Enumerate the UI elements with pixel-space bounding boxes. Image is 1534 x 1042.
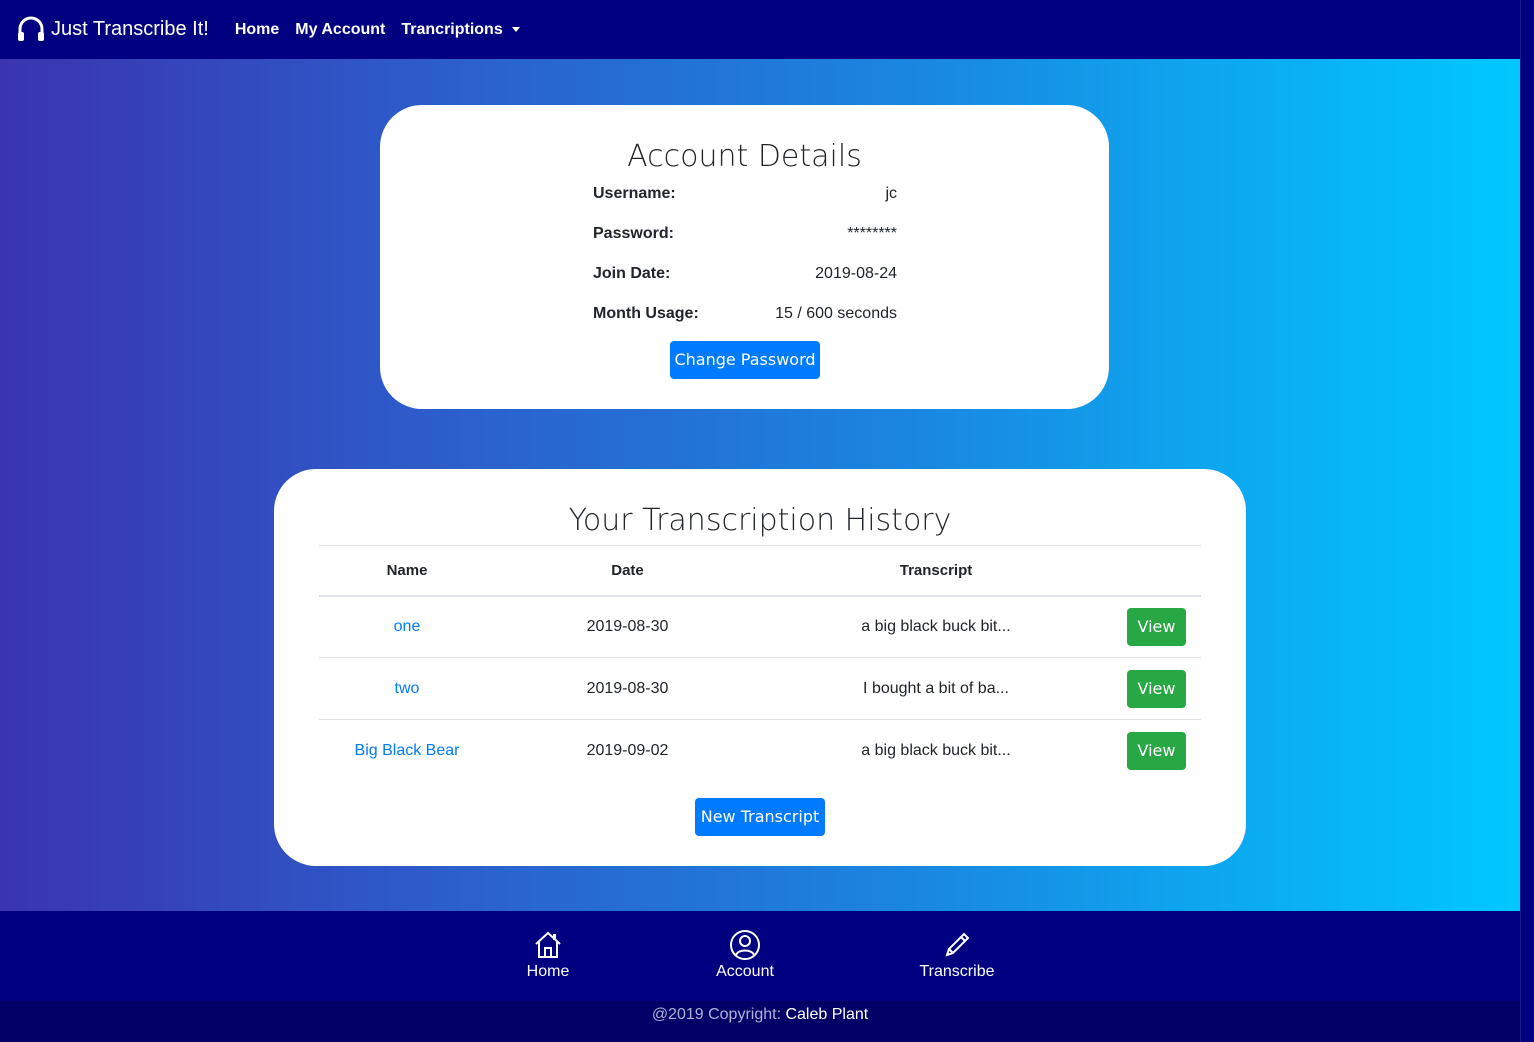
col-header-date: Date — [495, 545, 760, 597]
detail-row-username: Username: jc — [593, 185, 897, 225]
footer-home-link[interactable]: Home — [488, 929, 608, 981]
nav-home[interactable]: Home — [235, 21, 279, 39]
footer-transcribe-label: Transcribe — [919, 963, 995, 980]
footer-transcribe-link[interactable]: Transcribe — [897, 929, 1017, 981]
detail-row-month-usage: Month Usage: 15 / 600 seconds — [593, 305, 897, 345]
copyright-bar: @2019 Copyright: Caleb Plant — [0, 1001, 1520, 1042]
col-header-transcript: Transcript — [760, 545, 1112, 597]
join-date-label: Join Date: — [593, 265, 671, 282]
col-header-action — [1112, 545, 1201, 597]
month-usage-value: 15 / 600 seconds — [775, 305, 897, 322]
username-value: jc — [885, 185, 897, 202]
history-table: Name Date Transcript one 2019-08-30 a bi… — [319, 545, 1201, 782]
transcription-history-card: Your Transcription History Name Date Tra… — [274, 469, 1246, 866]
footer-home-label: Home — [526, 963, 570, 980]
transcript-date: 2019-08-30 — [495, 595, 760, 658]
transcript-name-link[interactable]: one — [394, 618, 421, 635]
account-details-list: Username: jc Password: ******** Join Dat… — [593, 185, 897, 345]
table-row: one 2019-08-30 a big black buck bit... V… — [319, 595, 1201, 658]
transcript-date: 2019-08-30 — [495, 657, 760, 720]
password-value: ******** — [847, 225, 897, 242]
account-details-title: Account Details — [627, 139, 862, 174]
footer-account-link[interactable]: Account — [685, 929, 805, 981]
table-row: Big Black Bear 2019-09-02 a big black bu… — [319, 720, 1201, 782]
view-button[interactable]: View — [1127, 607, 1186, 646]
change-password-button[interactable]: Change Password — [670, 341, 820, 379]
detail-row-password: Password: ******** — [593, 225, 897, 265]
month-usage-label: Month Usage: — [593, 305, 699, 322]
transcript-name-link[interactable]: Big Black Bear — [355, 742, 460, 759]
new-transcript-button[interactable]: New Transcript — [695, 798, 825, 836]
account-details-card: Account Details Username: jc Password: *… — [380, 105, 1109, 409]
username-label: Username: — [593, 185, 676, 202]
headphones-icon — [18, 16, 44, 41]
top-navbar: Just Transcribe It! Home My Account Tran… — [0, 0, 1520, 59]
history-title: Your Transcription History — [568, 503, 952, 538]
view-button[interactable]: View — [1127, 669, 1186, 708]
main-content: Account Details Username: jc Password: *… — [0, 59, 1520, 911]
caret-down-icon — [511, 27, 520, 32]
copyright-text: @2019 Copyright: — [651, 1006, 782, 1023]
copyright-owner-link[interactable]: Caleb Plant — [785, 1006, 868, 1023]
house-icon — [535, 931, 561, 958]
transcript-preview: I bought a bit of ba... — [760, 657, 1112, 720]
brand[interactable]: Just Transcribe It! — [15, 14, 209, 46]
password-label: Password: — [593, 225, 674, 242]
view-button[interactable]: View — [1127, 731, 1186, 770]
join-date-value: 2019-08-24 — [815, 265, 897, 282]
transcript-preview: a big black buck bit... — [760, 595, 1112, 658]
transcript-date: 2019-09-02 — [586, 741, 669, 759]
nav-transcriptions-label: Trancriptions — [401, 20, 503, 38]
table-header-row: Name Date Transcript — [319, 545, 1201, 597]
person-circle-icon — [730, 930, 760, 960]
footer-nav: Home Account Transcribe — [0, 911, 1520, 1001]
nav-transcriptions-dropdown[interactable]: Trancriptions — [401, 20, 520, 39]
detail-row-join-date: Join Date: 2019-08-24 — [593, 265, 897, 305]
scrollbar[interactable] — [1520, 0, 1534, 1042]
pencil-icon — [945, 932, 970, 957]
col-header-name: Name — [319, 545, 495, 597]
nav-my-account[interactable]: My Account — [295, 21, 385, 39]
footer-account-label: Account — [716, 963, 774, 980]
brand-label: Just Transcribe It! — [51, 18, 209, 40]
table-row: two 2019-08-30 I bought a bit of ba... V… — [319, 657, 1201, 720]
transcript-preview: a big black buck bit... — [861, 741, 1011, 759]
transcript-name-link[interactable]: two — [395, 680, 420, 697]
